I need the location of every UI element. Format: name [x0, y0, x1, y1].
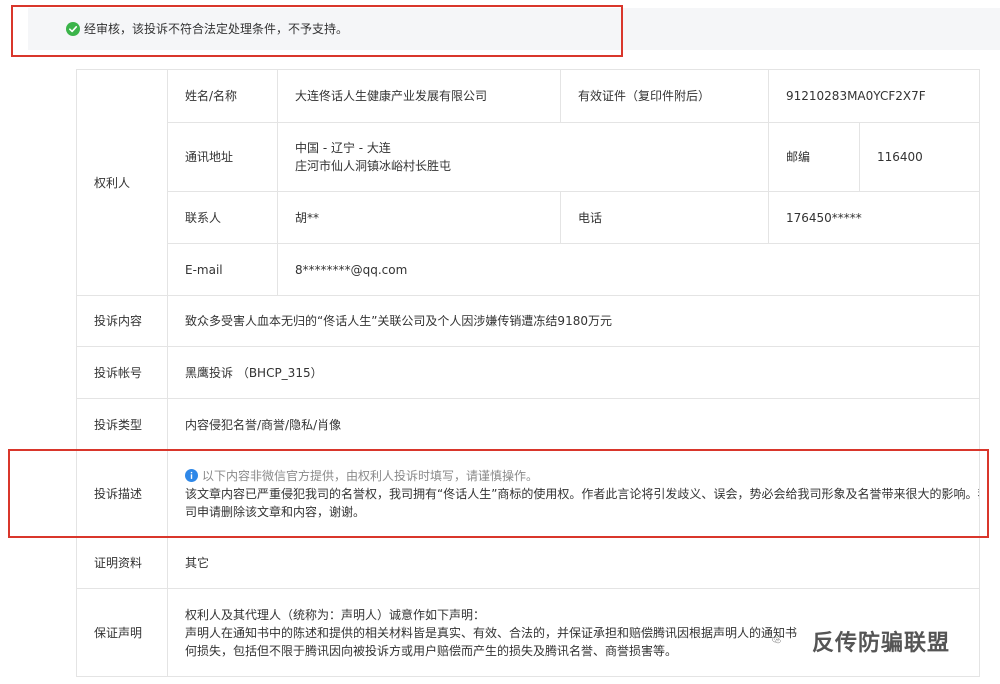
contact-label: 联系人: [167, 191, 278, 244]
wechat-icon: [772, 636, 781, 644]
content-value: 致众多受害人血本无归的“佟话人生”关联公司及个人因涉嫌传销遭冻结9180万元: [167, 295, 980, 347]
name-label: 姓名/名称: [167, 69, 278, 123]
complaint-detail-table: 权利人 姓名/名称 大连佟话人生健康产业发展有限公司 有效证件（复印件附后） 9…: [76, 69, 980, 677]
table-row: E-mail 8********@qq.com: [77, 243, 980, 296]
table-row: 投诉帐号 黑鹰投诉 （BHCP_315）: [76, 346, 980, 399]
table-row: 投诉类型 内容侵犯名誉/商誉/隐私/肖像: [76, 398, 980, 451]
guarantee-label: 保证声明: [76, 588, 168, 677]
proof-label: 证明资料: [76, 536, 168, 589]
email-label: E-mail: [167, 243, 278, 296]
postcode-label: 邮编: [768, 122, 860, 192]
table-row: 联系人 胡** 电话 176450*****: [77, 191, 980, 244]
rights-holder-label: 权利人: [76, 69, 168, 296]
description-highlight-box: [8, 449, 989, 538]
phone-value: 176450*****: [768, 191, 980, 244]
email-value: 8********@qq.com: [277, 243, 980, 296]
watermark-text: 反传防骗联盟: [812, 631, 951, 656]
account-value: 黑鹰投诉 （BHCP_315）: [167, 346, 980, 399]
table-row: 权利人 姓名/名称 大连佟话人生健康产业发展有限公司 有效证件（复印件附后） 9…: [76, 69, 980, 296]
phone-label: 电话: [560, 191, 769, 244]
name-value: 大连佟话人生健康产业发展有限公司: [277, 69, 561, 123]
id-value: 91210283MA0YCF2X7F: [768, 69, 980, 123]
postcode-value: 116400: [859, 122, 980, 192]
content-label: 投诉内容: [76, 295, 168, 347]
id-label: 有效证件（复印件附后）: [560, 69, 769, 123]
type-value: 内容侵犯名誉/商誉/隐私/肖像: [167, 398, 980, 451]
guarantee-line-1: 权利人及其代理人（统称为：声明人）诚意作如下声明：: [185, 607, 486, 622]
table-row: 投诉内容 致众多受害人血本无归的“佟话人生”关联公司及个人因涉嫌传销遭冻结918…: [76, 295, 980, 347]
table-row: 通讯地址 中国 - 辽宁 - 大连 庄河市仙人洞镇冰峪村长胜屯 邮编 11640…: [77, 122, 980, 192]
address-line-2: 庄河市仙人洞镇冰峪村长胜屯: [295, 159, 452, 173]
table-row: 证明资料 其它: [76, 536, 980, 589]
account-label: 投诉帐号: [76, 346, 168, 399]
banner-highlight-box: [11, 5, 623, 57]
type-label: 投诉类型: [76, 398, 168, 451]
address-label: 通讯地址: [167, 122, 278, 192]
address-line-1: 中国 - 辽宁 - 大连: [295, 141, 391, 155]
proof-value: 其它: [167, 536, 980, 589]
address-value: 中国 - 辽宁 - 大连 庄河市仙人洞镇冰峪村长胜屯: [277, 122, 769, 192]
contact-value: 胡**: [277, 191, 561, 244]
